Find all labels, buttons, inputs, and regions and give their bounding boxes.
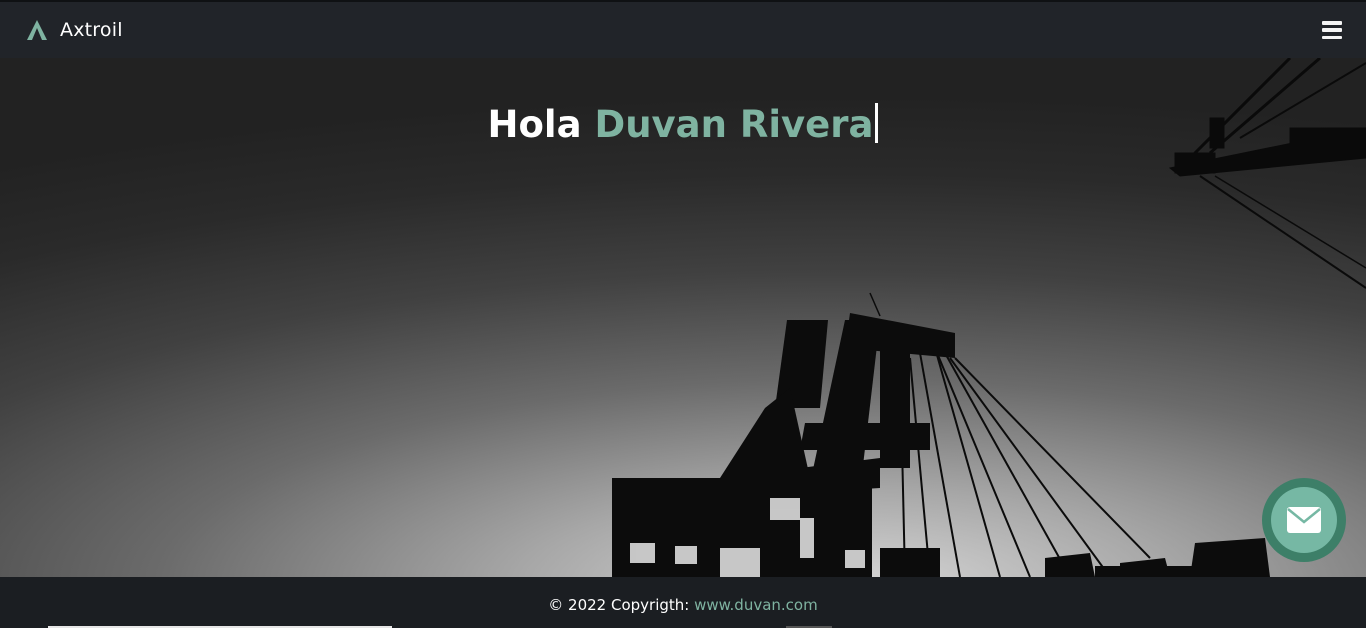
contact-button-inner (1271, 487, 1337, 553)
copyright-text: © 2022 Copyrigth: (548, 596, 695, 614)
envelope-icon (1287, 507, 1321, 533)
contact-button[interactable] (1262, 478, 1346, 562)
hamburger-menu-icon[interactable] (1322, 21, 1342, 39)
brand-link[interactable]: Axtroil (26, 19, 123, 41)
footer-website-link[interactable]: www.duvan.com (694, 596, 818, 614)
typing-cursor (875, 103, 879, 143)
footer: © 2022 Copyrigth: www.duvan.com (0, 577, 1366, 628)
greeting-heading: Hola Duvan Rivera (0, 103, 1366, 146)
greeting-name: Duvan Rivera (594, 103, 874, 146)
navbar: Axtroil (0, 0, 1366, 58)
triangle-a-logo-icon (27, 20, 47, 40)
hero-banner: Hola Duvan Rivera (0, 58, 1366, 577)
greeting-prefix: Hola (487, 103, 582, 146)
brand-name: Axtroil (60, 19, 123, 41)
